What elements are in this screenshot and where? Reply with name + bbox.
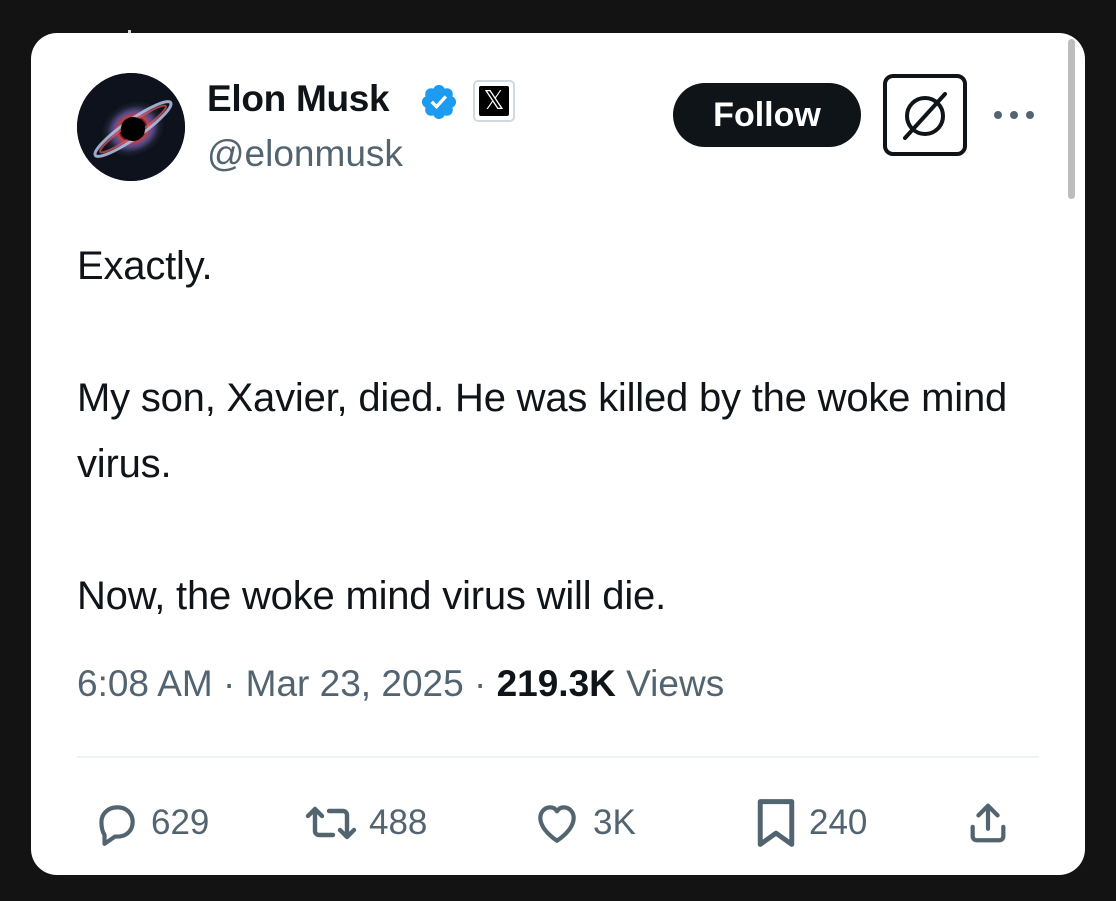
follow-button[interactable]: Follow xyxy=(673,83,861,147)
tweet-meta: 6:08 AM · Mar 23, 2025 · 219.3K Views xyxy=(77,663,724,705)
meta-separator: · xyxy=(212,663,246,704)
divider xyxy=(77,756,1039,758)
tweet-time[interactable]: 6:08 AM xyxy=(77,663,213,704)
bookmark-icon xyxy=(757,799,795,847)
author-display-name[interactable]: Elon Musk xyxy=(207,78,390,120)
author-handle[interactable]: @elonmusk xyxy=(207,133,403,175)
share-button[interactable] xyxy=(965,793,1021,853)
meta-separator: · xyxy=(463,663,497,704)
screenshot-frame: Elon Musk 𝕏 @elonmusk Follow Exactly. My… xyxy=(0,0,1116,901)
like-button[interactable]: 3K xyxy=(531,793,636,853)
more-button[interactable] xyxy=(989,103,1039,127)
grok-icon xyxy=(903,92,947,140)
views-label: Views xyxy=(615,663,725,704)
repost-count: 488 xyxy=(369,803,428,842)
like-count: 3K xyxy=(593,803,636,842)
repost-icon xyxy=(305,806,357,840)
tweet-text-line: Now, the woke mind virus will die. xyxy=(77,574,666,618)
tweet-text-line: My son, Xavier, died. He was killed by t… xyxy=(77,376,1008,486)
tweet-text: Exactly. My son, Xavier, died. He was ki… xyxy=(77,233,1037,629)
reply-count: 629 xyxy=(151,803,210,842)
heart-icon xyxy=(538,805,576,843)
more-icon xyxy=(994,111,1034,119)
share-icon xyxy=(970,803,1006,843)
verified-badge-icon[interactable] xyxy=(419,82,459,122)
grok-button[interactable] xyxy=(883,74,967,156)
bookmark-count: 240 xyxy=(809,803,868,842)
tweet-text-line: Exactly. xyxy=(77,244,213,288)
tweet-date[interactable]: Mar 23, 2025 xyxy=(246,663,464,704)
repost-button[interactable]: 488 xyxy=(303,793,427,853)
tweet-card: Elon Musk 𝕏 @elonmusk Follow Exactly. My… xyxy=(31,33,1085,875)
avatar[interactable] xyxy=(77,73,185,181)
bookmark-button[interactable]: 240 xyxy=(753,793,867,853)
avatar-black-hole-image xyxy=(77,73,185,181)
views-count[interactable]: 219.3K xyxy=(497,663,616,704)
reply-button[interactable]: 629 xyxy=(91,793,209,853)
x-logo-icon[interactable]: 𝕏 xyxy=(473,80,515,122)
reply-icon xyxy=(99,805,135,846)
scrollbar[interactable] xyxy=(1068,39,1075,199)
